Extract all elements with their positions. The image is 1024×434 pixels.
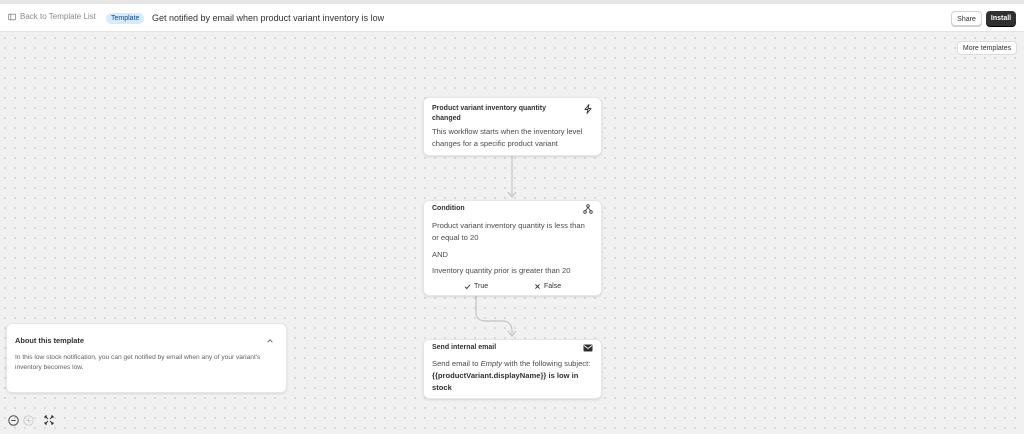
zoom-in-button[interactable] — [21, 413, 35, 427]
close-icon — [535, 284, 540, 289]
condition-operator: AND — [432, 250, 449, 259]
fit-view-button[interactable] — [42, 413, 56, 427]
back-label: Back to Template List — [20, 12, 96, 21]
branch-false-label: False — [544, 283, 562, 290]
condition-rule-2: Inventory quantity prior is greater than… — [432, 266, 571, 275]
mail-icon — [583, 344, 593, 352]
branch-true[interactable]: True — [464, 283, 488, 290]
more-templates-button[interactable]: More templates — [957, 41, 1017, 55]
sidebar-back-icon — [8, 13, 16, 20]
about-template-panel: About this template In this low stock no… — [6, 323, 287, 393]
trigger-node[interactable]: Product variant inventory quantity chang… — [423, 97, 602, 156]
about-title: About this template — [15, 336, 84, 345]
action-node[interactable]: Send internal email Send email to Empty … — [423, 339, 602, 399]
action-body-middle: with the following subject: — [504, 359, 591, 368]
fit-view-icon — [44, 415, 54, 425]
condition-node[interactable]: Condition Product variant inventory quan… — [423, 200, 602, 296]
share-button[interactable]: Share — [951, 11, 982, 26]
check-icon — [464, 284, 471, 290]
chevron-up-icon[interactable] — [266, 337, 274, 345]
trigger-description: This workflow starts when the inventory … — [432, 127, 583, 148]
branch-icon — [583, 204, 593, 214]
action-description: Send email to Empty with the following s… — [432, 358, 593, 394]
install-button[interactable]: Install — [986, 11, 1016, 26]
action-title: Send internal email — [432, 344, 497, 351]
back-to-template-list-link[interactable]: Back to Template List — [8, 12, 96, 21]
about-description: In this low stock notification, you can … — [15, 354, 261, 371]
action-body-prefix: Send email to — [432, 359, 479, 368]
zoom-out-icon — [7, 414, 19, 426]
zoom-out-button[interactable] — [6, 413, 20, 427]
template-badge: Template — [106, 13, 145, 24]
branch-false[interactable]: False — [534, 283, 561, 290]
lightning-icon — [584, 104, 592, 114]
action-body-subject: {{productVariant.displayName}} is low in… — [432, 371, 579, 392]
header-bar: Back to Template List Template Get notif… — [0, 4, 1024, 32]
page-title: Get notified by email when product varia… — [152, 13, 385, 23]
action-body-empty: Empty — [480, 359, 503, 368]
zoom-in-icon — [22, 414, 34, 426]
condition-rule-1: Product variant inventory quantity is le… — [432, 221, 585, 242]
branch-true-label: True — [474, 283, 489, 290]
trigger-title: Product variant inventory quantity chang… — [432, 105, 546, 122]
condition-title: Condition — [432, 205, 465, 212]
